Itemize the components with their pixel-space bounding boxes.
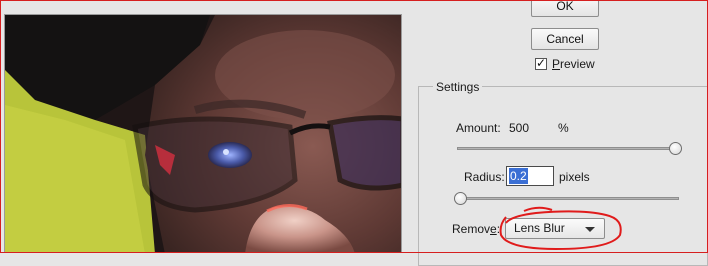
- settings-legend: Settings: [433, 80, 483, 94]
- radius-label: Radius:: [464, 170, 505, 184]
- filter-preview-image[interactable]: [4, 14, 402, 253]
- preview-checkbox[interactable]: ✓: [535, 56, 547, 70]
- amount-value[interactable]: 500: [509, 121, 529, 135]
- amount-slider-track[interactable]: [457, 147, 679, 150]
- amount-slider-thumb[interactable]: [669, 142, 682, 155]
- remove-dropdown-value: Lens Blur: [514, 221, 565, 235]
- ok-button[interactable]: OK: [531, 0, 599, 17]
- radius-slider-thumb[interactable]: [454, 192, 467, 205]
- preview-label: Preview: [552, 57, 595, 71]
- remove-label: Remove:: [452, 222, 501, 236]
- remove-dropdown[interactable]: Lens Blur: [505, 218, 605, 239]
- preview-checkbox-row[interactable]: ✓ Preview: [535, 56, 595, 71]
- radius-value: 0.2: [509, 168, 528, 184]
- chevron-down-icon: [585, 227, 595, 232]
- radius-input[interactable]: 0.2: [506, 166, 554, 186]
- cancel-button[interactable]: Cancel: [531, 28, 599, 50]
- amount-unit: %: [558, 121, 569, 135]
- checkmark-icon: ✓: [536, 56, 547, 70]
- amount-label: Amount:: [456, 121, 501, 135]
- radius-slider-track[interactable]: [457, 197, 679, 200]
- radius-unit: pixels: [559, 170, 590, 184]
